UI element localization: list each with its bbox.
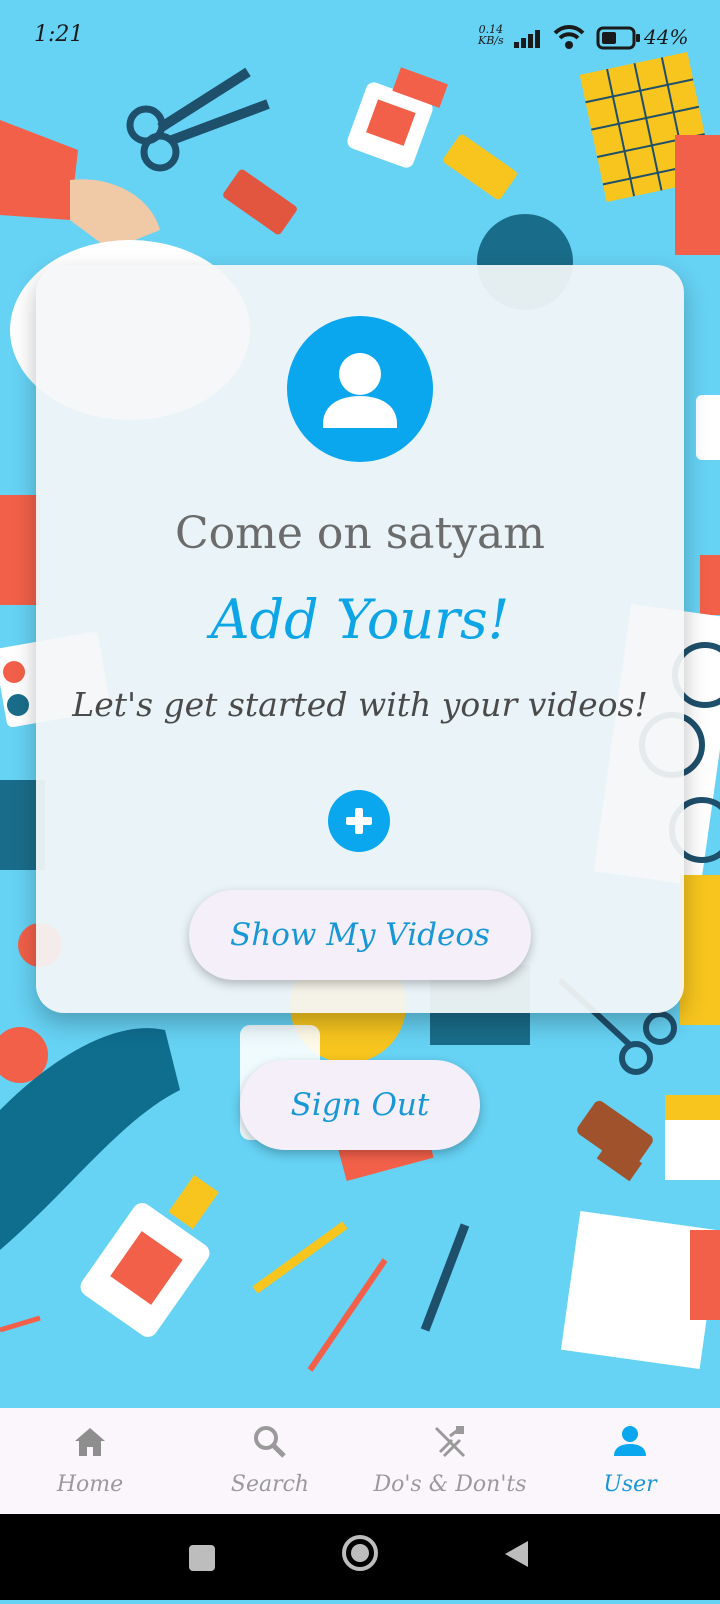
nav-label-search: Search bbox=[230, 1472, 310, 1497]
nav-label-dos-donts: Do's & Don'ts bbox=[373, 1472, 527, 1497]
nav-item-search[interactable]: Search bbox=[180, 1408, 360, 1514]
plus-icon bbox=[346, 808, 372, 834]
greeting-text: Come on satyam bbox=[174, 508, 546, 559]
scissors-illustration bbox=[126, 67, 270, 172]
wifi-icon bbox=[553, 25, 585, 49]
subtitle-text: Let's get started with your videos! bbox=[72, 685, 648, 724]
system-navigation-bar bbox=[0, 1514, 720, 1600]
battery-icon bbox=[596, 26, 640, 50]
nav-item-home[interactable]: Home bbox=[0, 1408, 180, 1514]
sign-out-button[interactable]: Sign Out bbox=[240, 1060, 480, 1150]
home-button[interactable] bbox=[342, 1535, 378, 1571]
home-icon bbox=[75, 1428, 105, 1456]
user-icon bbox=[323, 353, 397, 428]
battery-percent: 44% bbox=[644, 25, 689, 49]
nav-item-user[interactable]: User bbox=[540, 1408, 720, 1514]
network-speed: 0.14 KB/s bbox=[478, 23, 504, 47]
clock: 1:21 bbox=[34, 22, 84, 47]
status-bar: 1:21 0.14 KB/s 44% bbox=[0, 0, 720, 76]
bottom-navigation: Home Search Do's & Don'ts User bbox=[0, 1408, 720, 1514]
nav-label-user: User bbox=[603, 1472, 657, 1497]
search-icon bbox=[254, 1426, 286, 1458]
nav-item-dos-donts[interactable]: Do's & Don'ts bbox=[360, 1408, 540, 1514]
tools-off-icon bbox=[434, 1426, 466, 1458]
recents-button[interactable] bbox=[189, 1545, 215, 1571]
nav-label-home: Home bbox=[56, 1472, 124, 1497]
user-icon bbox=[614, 1426, 646, 1456]
show-my-videos-button[interactable]: Show My Videos bbox=[189, 890, 531, 980]
add-video-button[interactable] bbox=[328, 790, 390, 852]
headline-text: Add Yours! bbox=[210, 588, 510, 651]
back-button[interactable] bbox=[505, 1541, 528, 1567]
signal-icon bbox=[514, 30, 540, 48]
avatar bbox=[287, 316, 433, 462]
